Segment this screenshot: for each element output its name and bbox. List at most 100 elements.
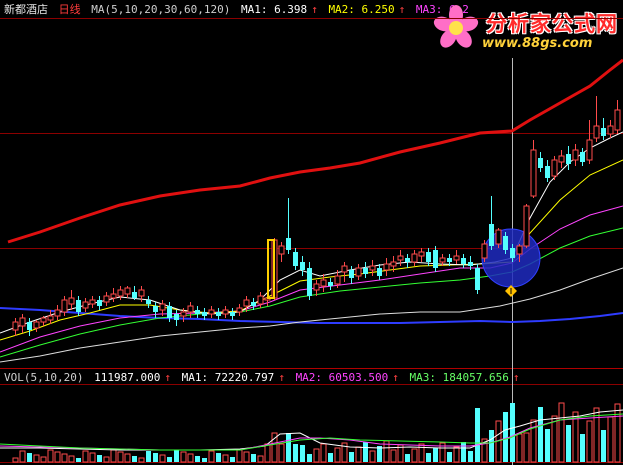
candle-body bbox=[551, 159, 558, 177]
candle-body bbox=[334, 275, 341, 285]
volume-bar bbox=[433, 448, 438, 462]
volume-bar bbox=[40, 456, 47, 463]
volume-bar bbox=[278, 443, 285, 463]
volume-bar bbox=[418, 443, 425, 463]
candle-body bbox=[97, 300, 102, 306]
volume-bar bbox=[307, 454, 312, 462]
candle-body bbox=[439, 257, 446, 263]
candle-body bbox=[328, 282, 333, 286]
candle-body bbox=[516, 245, 523, 255]
candle-body bbox=[426, 252, 431, 262]
volume-bar bbox=[286, 433, 291, 462]
volume-bar bbox=[614, 403, 621, 463]
candle-body bbox=[117, 289, 124, 297]
candle-body bbox=[138, 289, 145, 297]
candle-body bbox=[243, 299, 250, 307]
candle-body bbox=[475, 268, 480, 290]
volume-bar bbox=[146, 451, 151, 462]
candle-body bbox=[363, 268, 368, 274]
volume-bar bbox=[82, 450, 89, 463]
volume-bar bbox=[110, 449, 117, 463]
candle-body bbox=[293, 252, 298, 266]
volume-bar bbox=[390, 449, 397, 463]
volume-bar bbox=[405, 454, 410, 462]
volume-bar bbox=[461, 442, 466, 462]
volume-bar bbox=[475, 408, 480, 462]
volume-bar bbox=[601, 430, 606, 462]
volume-bar bbox=[538, 407, 543, 462]
vol-parameters: VOL(5,10,20) bbox=[4, 371, 84, 384]
candle-body bbox=[390, 261, 397, 267]
candle-body bbox=[195, 310, 200, 314]
candle-body bbox=[153, 306, 158, 312]
candle-body bbox=[236, 307, 243, 313]
candle-body bbox=[593, 125, 600, 139]
candle-body bbox=[481, 243, 488, 259]
candle-body bbox=[132, 292, 137, 298]
vol-arrow-icon: ↑ bbox=[164, 371, 171, 384]
candle-body bbox=[461, 258, 466, 264]
candle-body bbox=[405, 258, 410, 262]
volume-bar bbox=[180, 451, 187, 463]
candle-body bbox=[418, 251, 425, 257]
volume-bar bbox=[195, 456, 200, 462]
volume-bar bbox=[117, 451, 124, 463]
candle-body bbox=[601, 128, 606, 136]
candle-body bbox=[54, 309, 61, 317]
kline-chart[interactable] bbox=[0, 0, 623, 465]
volume-bar bbox=[468, 451, 473, 462]
vol-ma-pink-line bbox=[0, 415, 623, 451]
candle-body bbox=[187, 305, 194, 313]
candle-body bbox=[433, 250, 438, 268]
volume-bar bbox=[355, 446, 362, 463]
candle-body bbox=[300, 262, 305, 270]
candle-body bbox=[572, 149, 579, 161]
volume-bar bbox=[208, 450, 215, 463]
volume-bar bbox=[174, 450, 179, 462]
volume-bar bbox=[27, 453, 32, 462]
candlesticks bbox=[12, 96, 621, 336]
volume-bar bbox=[61, 453, 68, 463]
volume-bar bbox=[369, 450, 376, 463]
volume-bar bbox=[76, 458, 81, 462]
candle-body bbox=[341, 265, 348, 273]
volume-bar bbox=[47, 449, 54, 463]
candle-body bbox=[538, 158, 543, 168]
volume-bar bbox=[167, 457, 172, 462]
volume-bar bbox=[523, 432, 530, 463]
candle-body bbox=[349, 270, 354, 278]
volume-bar bbox=[447, 452, 452, 462]
volume-bar bbox=[558, 402, 565, 463]
candle-body bbox=[167, 306, 172, 318]
candle-body bbox=[369, 265, 376, 271]
volume-bar bbox=[489, 430, 494, 462]
vol-ma1-value: MA1: 72220.797 bbox=[181, 371, 275, 384]
volume-bar bbox=[580, 434, 585, 462]
candle-body bbox=[208, 309, 215, 315]
volume-bar bbox=[264, 443, 271, 463]
volume-bar bbox=[12, 457, 19, 463]
candle-body bbox=[566, 154, 571, 164]
candle-body bbox=[159, 303, 166, 311]
volume-bar bbox=[153, 453, 158, 462]
vol-ma-white-line bbox=[0, 409, 623, 451]
volume-bar bbox=[103, 456, 110, 463]
candle-body bbox=[377, 268, 382, 276]
candle-body bbox=[453, 255, 460, 261]
volume-bar bbox=[132, 456, 137, 462]
candle-body bbox=[19, 317, 26, 327]
candle-body bbox=[411, 253, 418, 263]
candle-body bbox=[614, 109, 621, 131]
volume-bar bbox=[328, 453, 333, 462]
vol-ma2-arrow-icon: ↑ bbox=[392, 371, 399, 384]
volume-bar bbox=[300, 445, 305, 462]
candle-body bbox=[110, 293, 117, 299]
volume-bar bbox=[426, 453, 431, 462]
volume-bar bbox=[187, 453, 194, 463]
candle-body bbox=[202, 312, 207, 316]
candle-body bbox=[27, 322, 32, 330]
candle-body bbox=[495, 229, 502, 245]
candle-body bbox=[545, 166, 550, 178]
volume-bar bbox=[216, 453, 221, 462]
volume-bar bbox=[124, 453, 131, 463]
